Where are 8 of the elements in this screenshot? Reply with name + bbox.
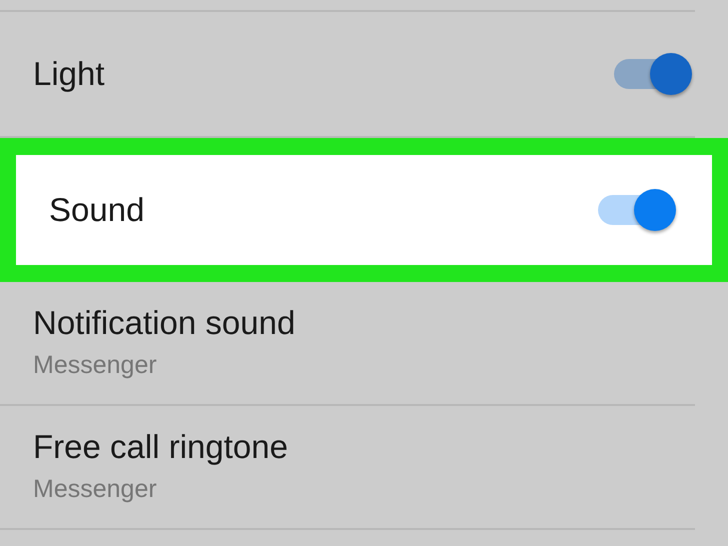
setting-title: Sound xyxy=(49,190,144,230)
setting-value: Messenger xyxy=(33,350,158,381)
setting-title: Light xyxy=(33,54,105,94)
toggle-switch[interactable] xyxy=(612,52,692,96)
setting-title: Free call ringtone xyxy=(33,426,288,467)
setting-value: Messenger xyxy=(33,474,158,505)
toggle-switch[interactable] xyxy=(596,188,676,232)
setting-title: Notification sound xyxy=(33,302,296,343)
